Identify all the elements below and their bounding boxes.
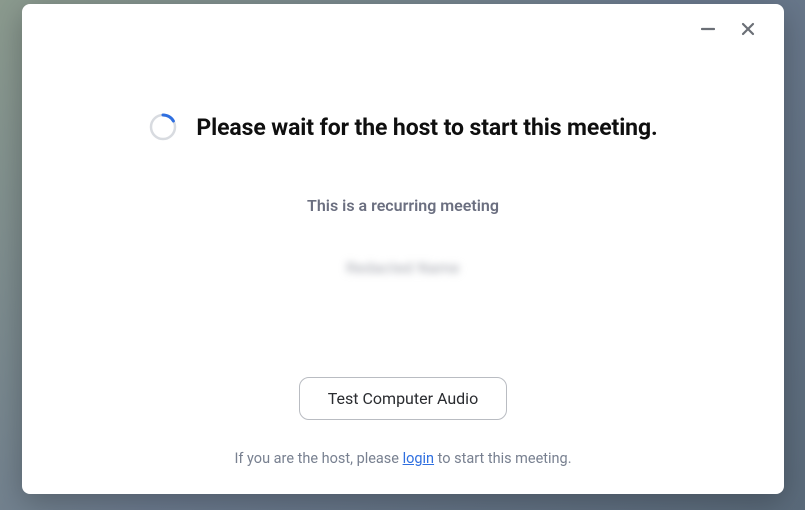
login-link[interactable]: login (403, 450, 434, 467)
waiting-heading: Please wait for the host to start this m… (196, 114, 657, 141)
dialog-content: Please wait for the host to start this m… (22, 54, 784, 494)
hint-suffix: to start this meeting. (434, 450, 571, 467)
meeting-name: Redacted Name (346, 259, 459, 277)
close-icon (741, 22, 755, 36)
minimize-button[interactable] (700, 21, 716, 37)
recurring-subheading: This is a recurring meeting (307, 196, 499, 215)
minimize-icon (701, 22, 715, 36)
host-hint: If you are the host, please login to sta… (234, 450, 571, 467)
spinner-icon (148, 112, 178, 142)
heading-row: Please wait for the host to start this m… (148, 112, 657, 142)
waiting-room-dialog: Please wait for the host to start this m… (22, 4, 784, 494)
hint-prefix: If you are the host, please (234, 450, 402, 467)
test-computer-audio-button[interactable]: Test Computer Audio (299, 377, 507, 420)
close-button[interactable] (740, 21, 756, 37)
titlebar (22, 4, 784, 54)
